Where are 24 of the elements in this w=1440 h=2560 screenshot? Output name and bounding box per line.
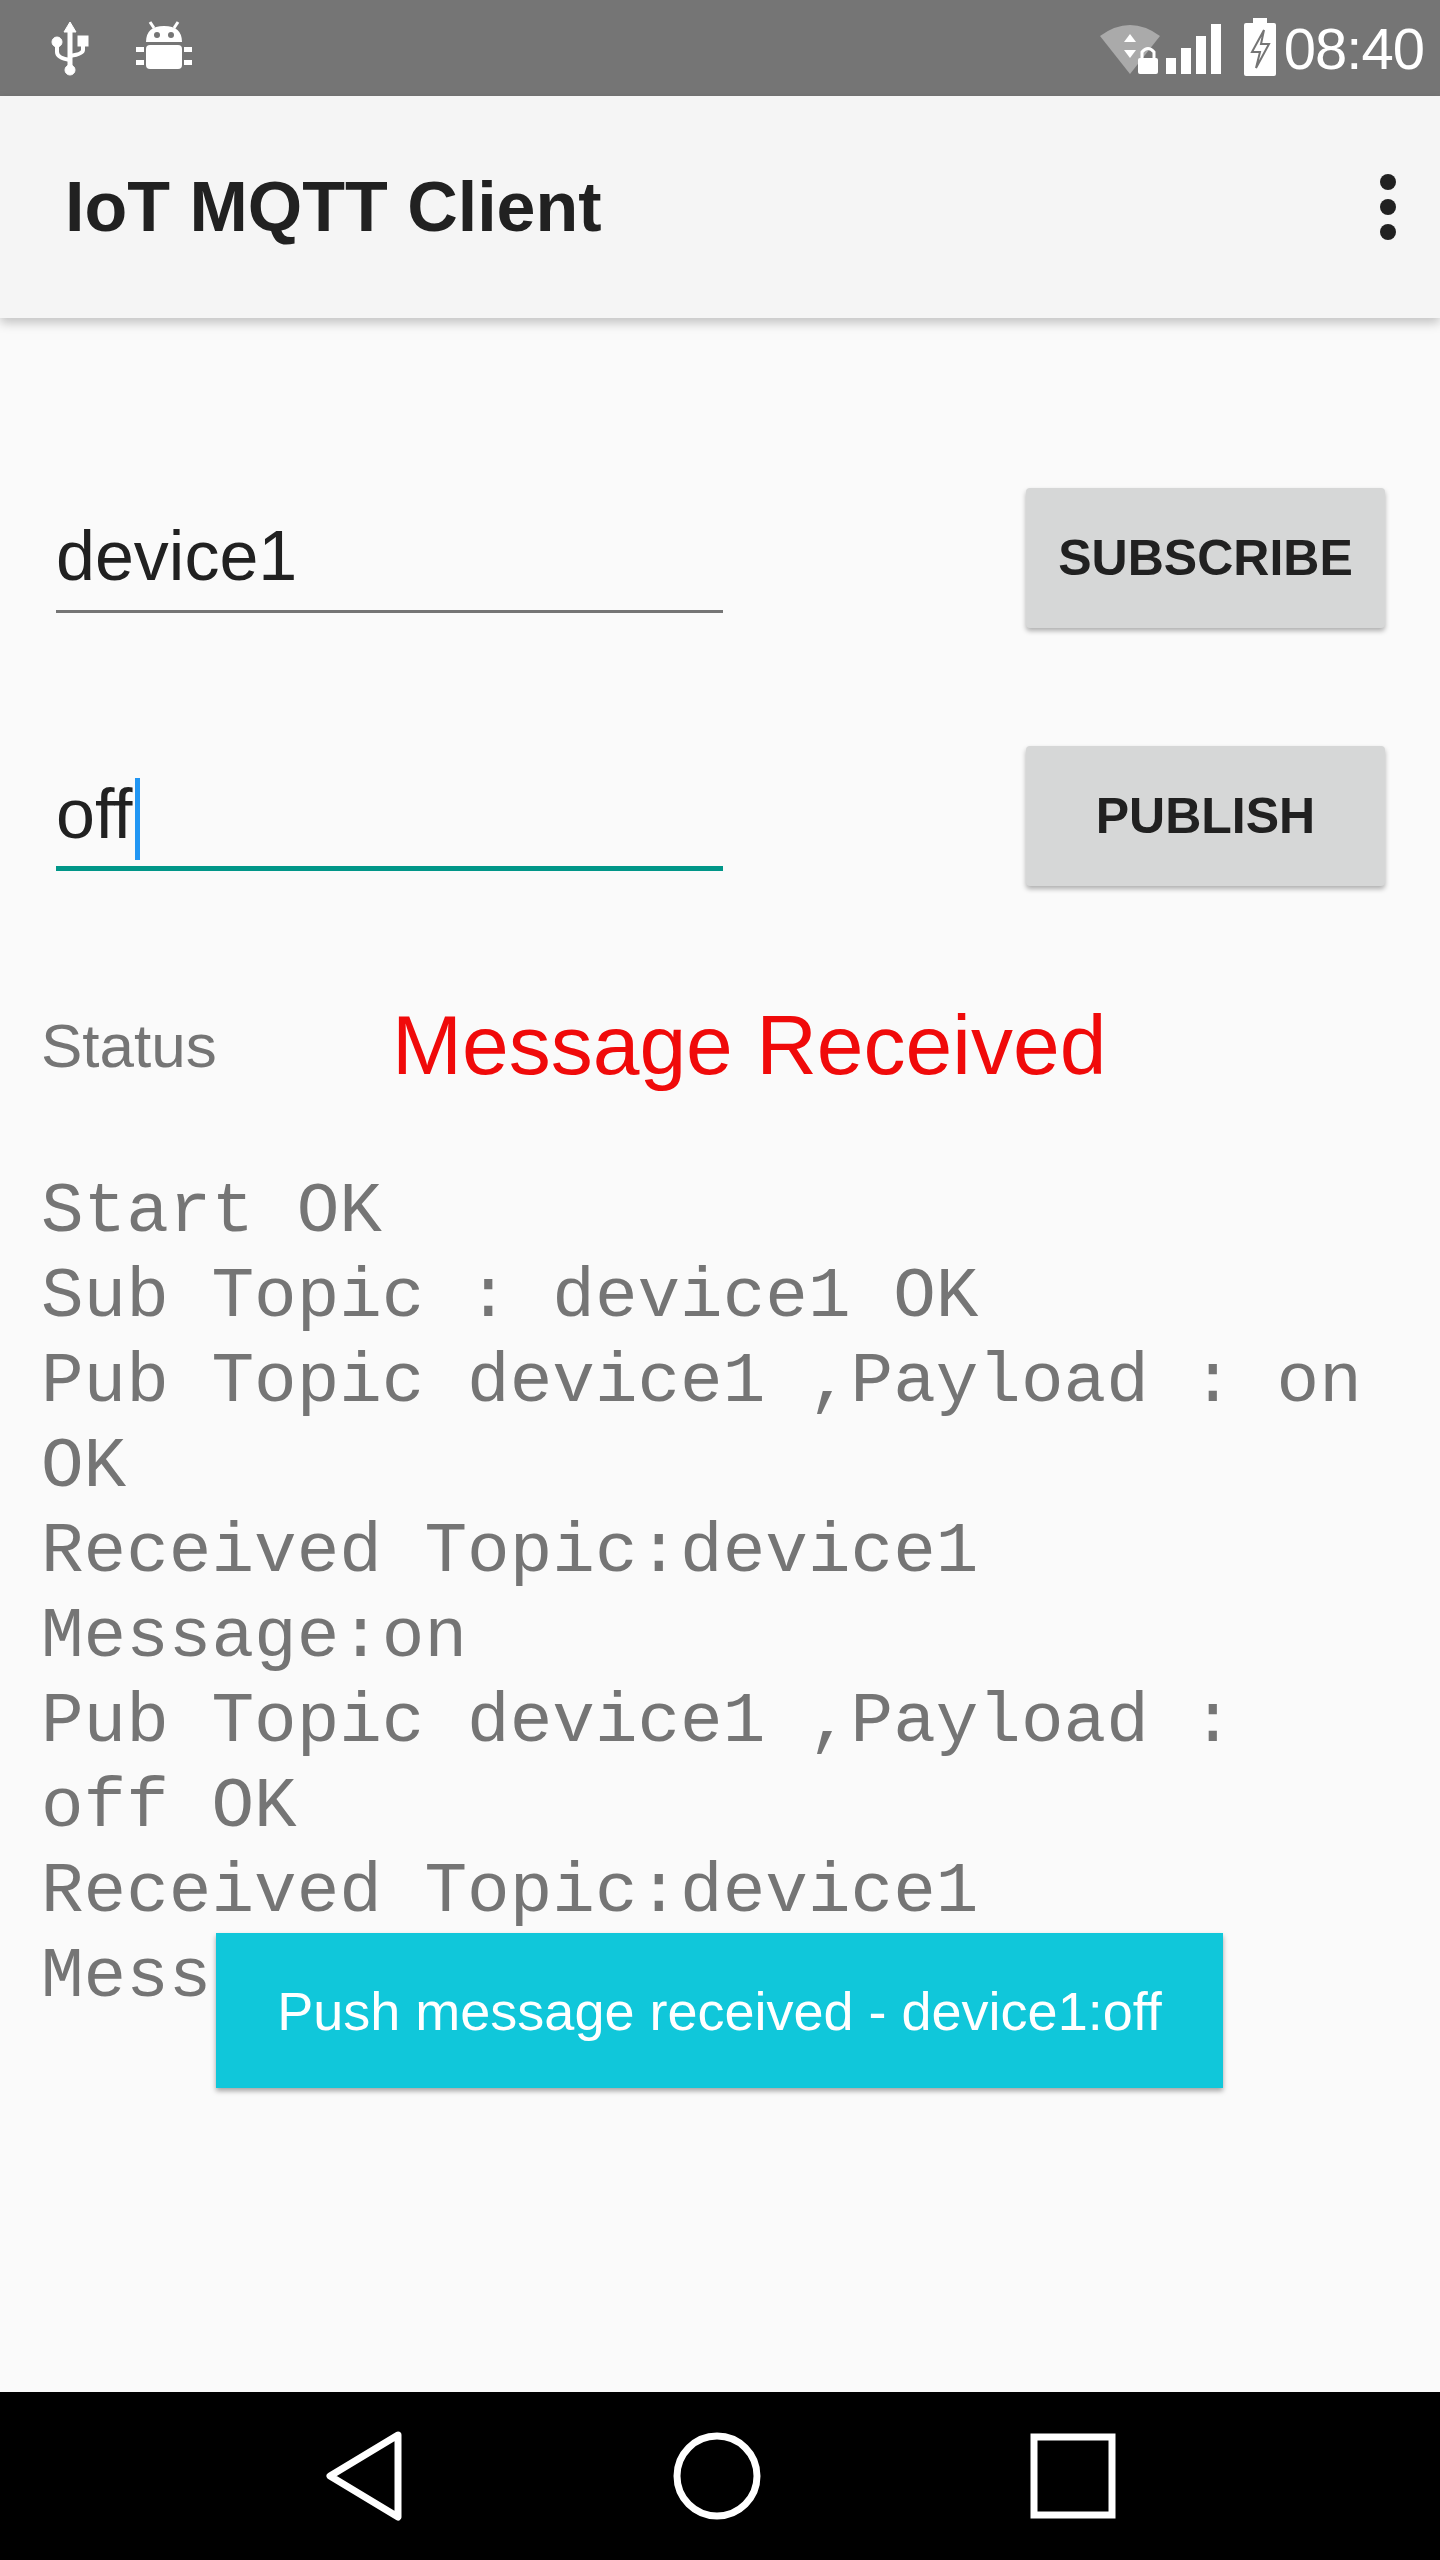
- log-line: Pub Topic device1 ,Payload : on: [41, 1341, 1362, 1424]
- app-title: IoT MQTT Client: [65, 167, 603, 247]
- log-line: Mess: [41, 1936, 212, 2019]
- publish-button[interactable]: PUBLISH: [1026, 746, 1385, 886]
- battery-charging-icon: [1241, 18, 1278, 78]
- log-line: Received Topic:device1: [41, 1851, 979, 1934]
- log-line: OK: [41, 1426, 127, 1509]
- back-icon[interactable]: [324, 2431, 404, 2521]
- input-field[interactable]: off: [56, 746, 723, 871]
- status-label: Status: [41, 1009, 218, 1081]
- toast-message: Push message received - device1:off: [216, 1933, 1223, 2088]
- log-line: Start OK: [41, 1171, 382, 1254]
- input-field[interactable]: device1: [56, 488, 723, 613]
- status-message: Message Received: [392, 996, 1107, 1094]
- subscribe-button[interactable]: SUBSCRIBE: [1026, 488, 1385, 628]
- clock-time: 08:40: [1283, 14, 1424, 82]
- log-line: Message:on: [41, 1596, 468, 1679]
- usb-icon: [50, 20, 90, 76]
- log-line: off OK: [41, 1766, 297, 1849]
- home-icon[interactable]: [672, 2431, 762, 2521]
- log-line: Received Topic:device1: [41, 1511, 979, 1594]
- recent-apps-icon[interactable]: [1030, 2433, 1116, 2519]
- log-line: Sub Topic : device1 OK: [41, 1256, 979, 1339]
- log-line: Pub Topic device1 ,Payload :: [41, 1681, 1234, 1764]
